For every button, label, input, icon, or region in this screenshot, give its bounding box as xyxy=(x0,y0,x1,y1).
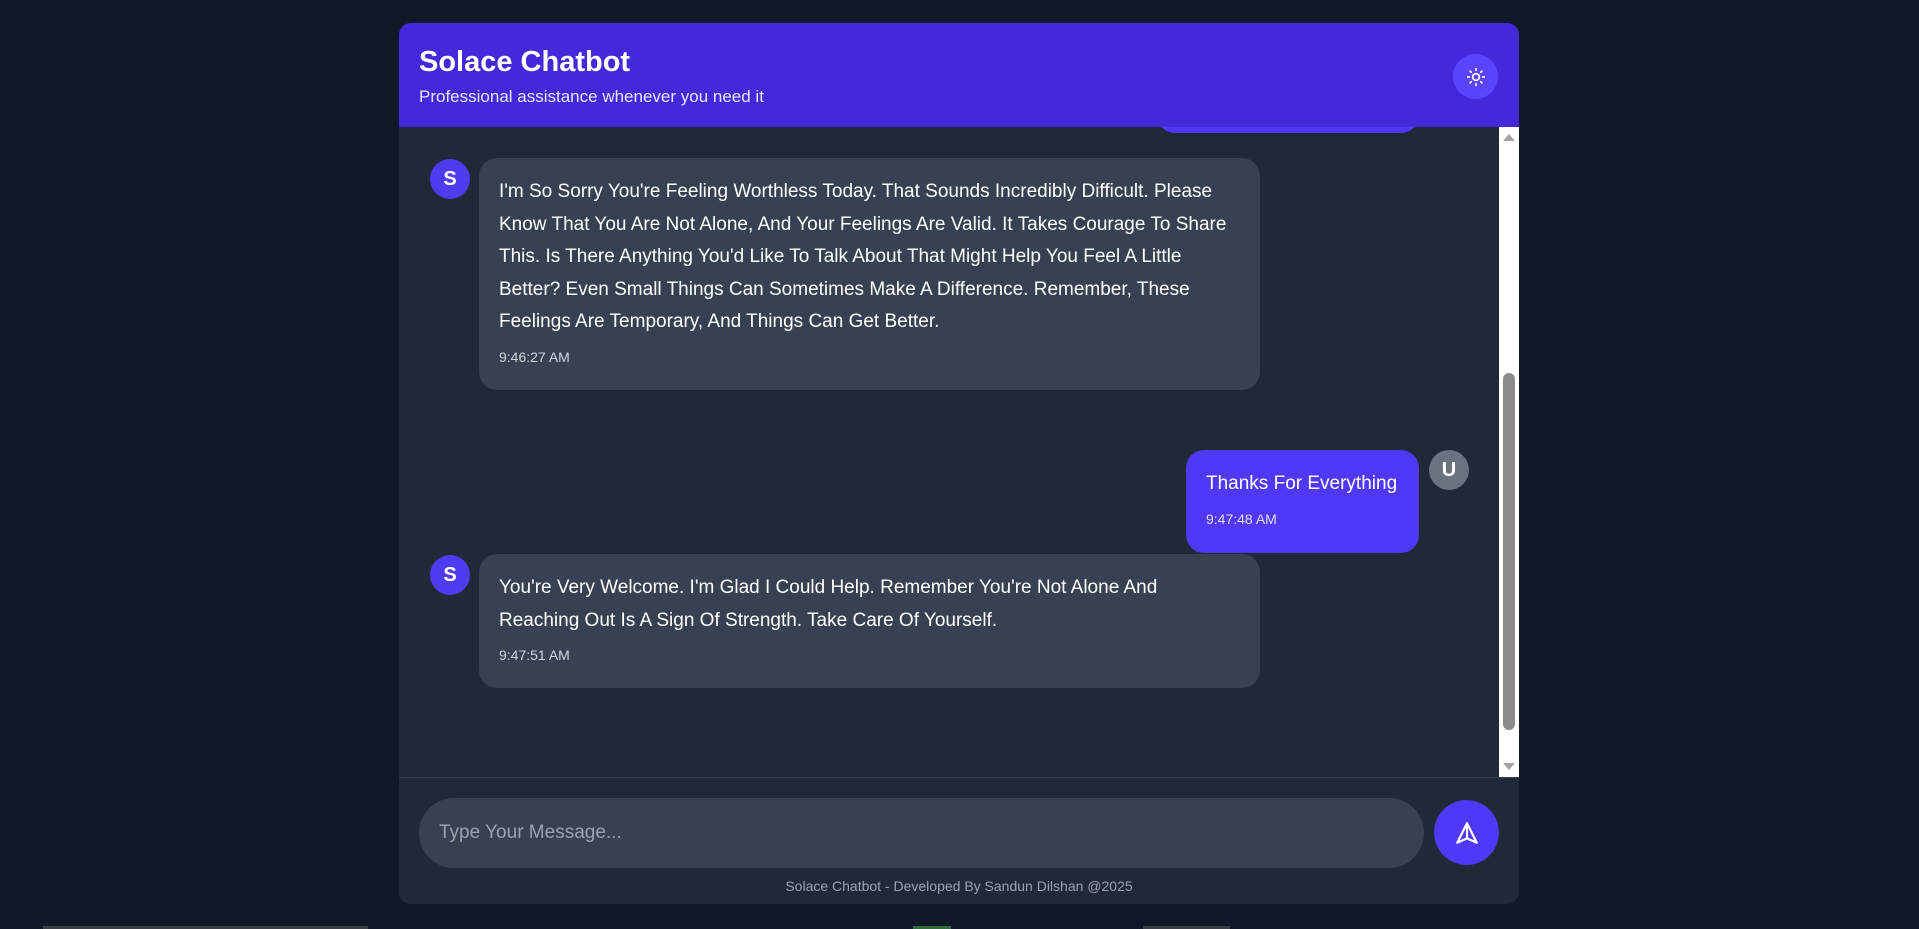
bot-avatar: S xyxy=(430,159,470,199)
message-text: I'm So Sorry You're Feeling Worthless To… xyxy=(499,181,1227,332)
message-list-scrollbar[interactable] xyxy=(1499,127,1519,777)
bot-avatar: S xyxy=(430,555,470,595)
footer-credit: Solace Chatbot - Developed By Sandun Dil… xyxy=(785,878,1133,894)
bot-message-bubble: I'm So Sorry You're Feeling Worthless To… xyxy=(479,158,1260,390)
message-timestamp: 9:46:27 AM xyxy=(499,348,570,365)
app-subtitle: Professional assistance whenever you nee… xyxy=(419,87,764,106)
message-input[interactable] xyxy=(419,798,1424,868)
bot-message-bubble: You're Very Welcome. I'm Glad I Could He… xyxy=(479,554,1260,688)
chat-header: Solace Chatbot Professional assistance w… xyxy=(399,23,1519,127)
send-icon xyxy=(1455,821,1478,844)
send-button[interactable] xyxy=(1434,800,1499,865)
message-text: Thanks For Everything xyxy=(1206,473,1398,494)
theme-toggle-button[interactable] xyxy=(1453,54,1498,99)
app-title: Solace Chatbot xyxy=(419,46,631,78)
sun-icon xyxy=(1466,67,1485,86)
message-composer: Solace Chatbot - Developed By Sandun Dil… xyxy=(399,777,1519,904)
message-text: You're Very Welcome. I'm Glad I Could He… xyxy=(499,577,1158,631)
scroll-down-arrow-icon[interactable] xyxy=(1503,763,1515,770)
user-avatar: U xyxy=(1429,450,1469,490)
scroll-up-arrow-icon[interactable] xyxy=(1503,134,1515,141)
message-list[interactable]: S I'm So Sorry You're Feeling Worthless … xyxy=(399,127,1499,777)
chat-window: Solace Chatbot Professional assistance w… xyxy=(399,23,1519,904)
scrollbar-thumb[interactable] xyxy=(1503,373,1515,730)
message-timestamp: 9:47:48 AM xyxy=(1206,510,1277,527)
message-timestamp: 9:47:51 AM xyxy=(499,647,570,663)
previous-user-message-bubble xyxy=(1157,127,1419,133)
user-message-bubble: Thanks For Everything 9:47:48 AM xyxy=(1186,450,1419,553)
